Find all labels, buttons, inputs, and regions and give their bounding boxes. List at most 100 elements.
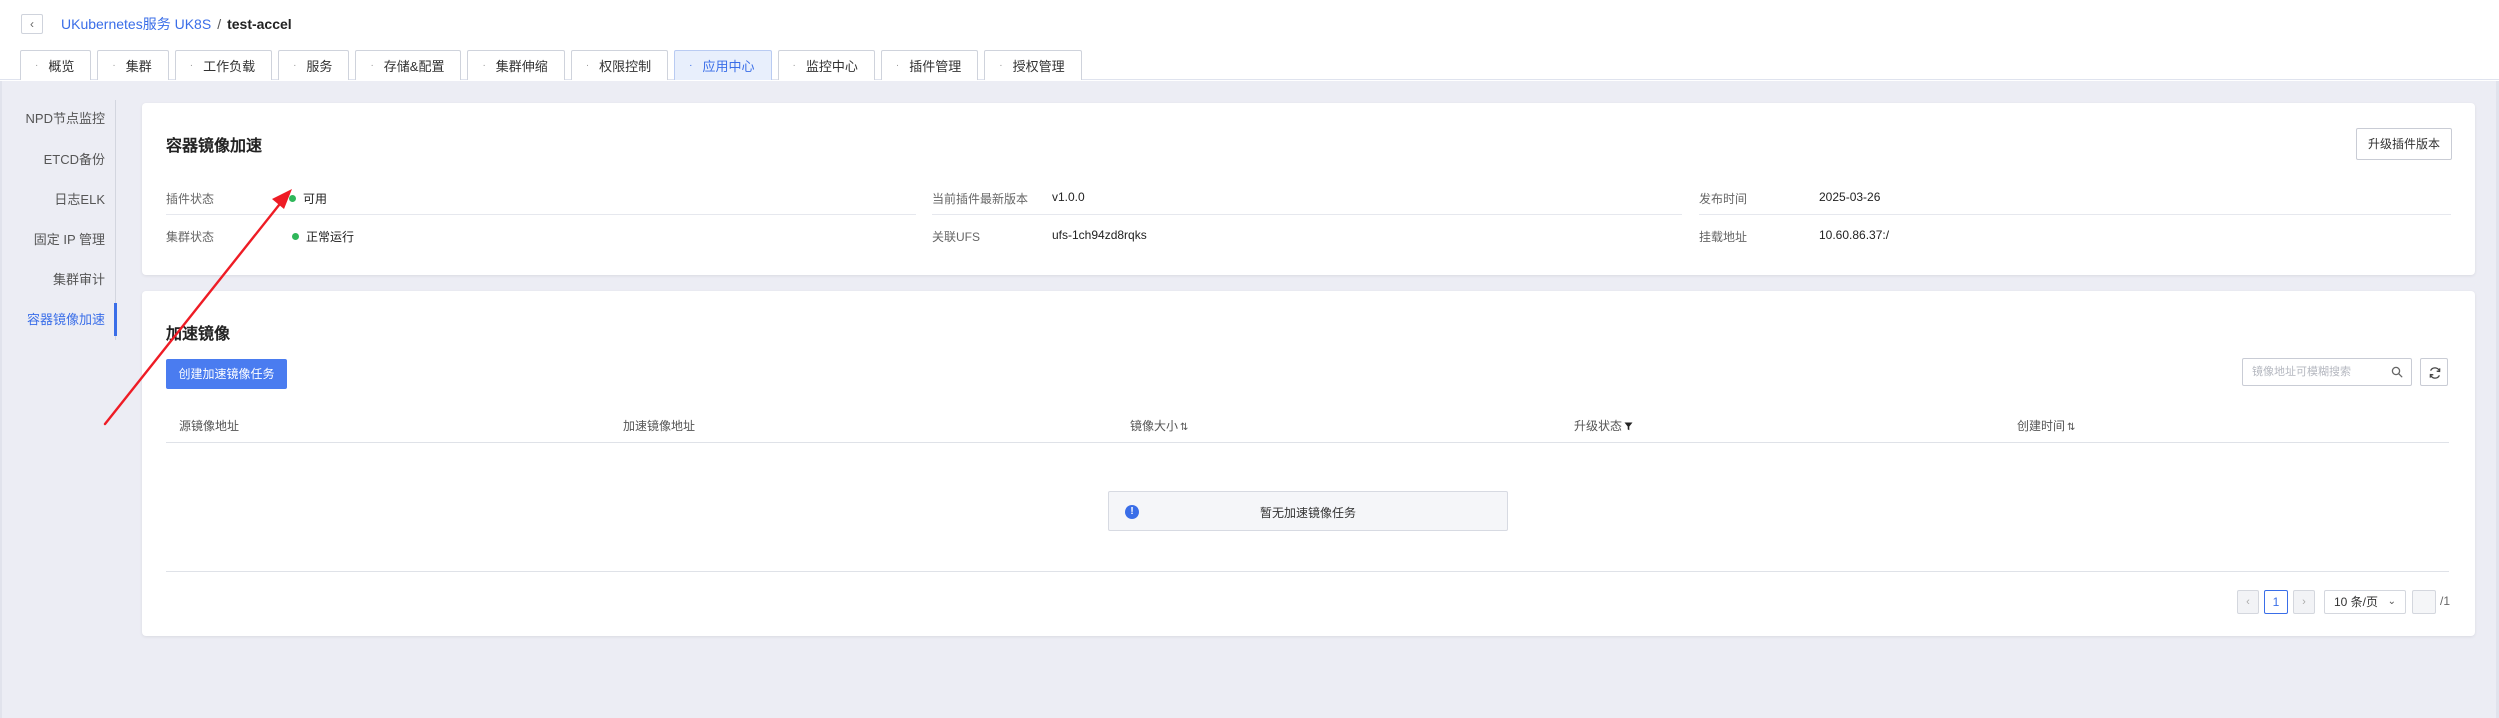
plugin-status-value: 可用 [289, 190, 327, 207]
next-page-button[interactable]: › [2293, 590, 2315, 614]
release-time-value: 2025-03-26 [1819, 190, 1881, 204]
table-bottom-divider [166, 571, 2449, 572]
page-size-value: 10 条/页 [2334, 595, 2379, 609]
status-dot-icon [292, 233, 299, 240]
column-created-time[interactable]: 创建时间 ⇅ [2017, 417, 2075, 434]
tab-dot-icon: · [189, 60, 194, 71]
info-column-version: 当前插件最新版本 v1.0.0 关联UFS ufs-1ch94zd8rqks [932, 183, 1682, 253]
page-number-current[interactable]: 1 [2264, 590, 2288, 614]
create-accel-task-button[interactable]: 创建加速镜像任务 [166, 359, 287, 389]
mount-address-value: 10.60.86.37:/ [1819, 228, 1890, 242]
prev-page-button[interactable]: ‹ [2237, 590, 2259, 614]
sidebar-item-etcd-backup[interactable]: ETCD备份 [44, 149, 105, 171]
sidebar-item-image-accel[interactable]: 容器镜像加速 [27, 309, 105, 331]
column-source-image: 源镜像地址 [179, 419, 240, 433]
tab-label: 概览 [48, 59, 75, 74]
tab-label: 存储&配置 [383, 59, 445, 74]
tab-label: 监控中心 [805, 59, 858, 74]
sidebar-item-cluster-audit[interactable]: 集群审计 [53, 269, 105, 291]
sort-icon[interactable]: ⇅ [2067, 422, 2075, 433]
cluster-status-label: 集群状态 [166, 230, 215, 244]
plugin-status-label: 插件状态 [166, 192, 215, 206]
plugin-status-text: 可用 [303, 192, 328, 206]
images-card-title: 加速镜像 [166, 326, 231, 343]
breadcrumb-service-link[interactable]: UKubernetes服务 UK8S [61, 16, 211, 32]
tab-label: 集群伸缩 [495, 59, 548, 74]
cluster-status-text: 正常运行 [306, 230, 355, 244]
linked-ufs-label: 关联UFS [932, 230, 981, 244]
tab-dot-icon: · [112, 60, 116, 71]
empty-state-text: 暂无加速镜像任务 [1259, 506, 1356, 520]
breadcrumb: UKubernetes服务 UK8S / test-accel [61, 15, 292, 33]
sidebar-item-log-elk[interactable]: 日志ELK [54, 189, 105, 211]
tab-dot-icon: · [999, 60, 1003, 71]
breadcrumb-cluster-name: test-accel [227, 16, 292, 32]
tab-authorization[interactable]: · 授权管理 [984, 50, 1082, 80]
tab-label: 授权管理 [1012, 59, 1065, 74]
tab-label: 工作负载 [203, 59, 256, 74]
tab-access-control[interactable]: · 权限控制 [570, 50, 669, 80]
tab-overview[interactable]: · 概览 [20, 50, 92, 80]
sidebar-item-npd[interactable]: NPD节点监控 [26, 108, 105, 130]
tab-app-center[interactable]: · 应用中心 [674, 50, 772, 80]
page-jump-input[interactable] [2412, 590, 2436, 614]
column-upgrade-status[interactable]: 升级状态 [1574, 417, 1633, 434]
tab-label: 应用中心 [702, 59, 755, 74]
sort-icon[interactable]: ⇅ [1180, 422, 1188, 433]
tab-cluster-scaling[interactable]: · 集群伸缩 [467, 50, 565, 80]
empty-state-notice: ! 暂无加速镜像任务 [1108, 491, 1508, 531]
tab-plugins[interactable]: · 插件管理 [880, 50, 979, 80]
tab-dot-icon: · [293, 60, 297, 71]
tab-label: 服务 [306, 59, 333, 74]
accelerated-images-card: 加速镜像 创建加速镜像任务 源镜像地址 加速镜像地址 镜像大小⇅ 升级状态 创建… [142, 291, 2475, 636]
tab-dot-icon: · [35, 60, 39, 71]
plugin-info-card: 容器镜像加速 升级插件版本 插件状态 可用 集群状态 正常运行 当前插件最新版本… [142, 103, 2475, 275]
column-image-size[interactable]: 镜像大小 ⇅ [1130, 417, 1188, 434]
table-header: 源镜像地址 加速镜像地址 镜像大小 ⇅ 升级状态 创建时间 ⇅ [166, 403, 2449, 443]
tab-label: 插件管理 [909, 59, 962, 74]
info-row-release-time: 发布时间 2025-03-26 [1699, 183, 2451, 215]
column-upgrade-status-label: 升级状态 [1574, 419, 1623, 433]
image-search-input[interactable] [2243, 359, 2383, 385]
tab-services[interactable]: · 服务 [278, 50, 350, 80]
info-row-cluster-status: 集群状态 正常运行 [166, 221, 916, 253]
tab-dot-icon: · [585, 60, 590, 71]
refresh-button[interactable] [2420, 358, 2448, 386]
info-row-mount-address: 挂载地址 10.60.86.37:/ [1699, 221, 2451, 253]
search-icon[interactable] [2391, 366, 2403, 378]
breadcrumb-separator: / [217, 16, 222, 32]
chevron-down-icon: ⌄ [2387, 596, 2396, 607]
filter-icon[interactable] [1624, 422, 1633, 431]
page-size-select[interactable]: 10 条/页 ⌄ [2324, 590, 2406, 614]
mount-address-label: 挂载地址 [1699, 230, 1748, 244]
column-accel-image: 加速镜像地址 [623, 419, 696, 433]
tab-dot-icon: · [895, 60, 900, 71]
tab-dot-icon: · [792, 60, 796, 71]
tab-dot-icon: · [370, 60, 374, 71]
column-image-size-label: 镜像大小 [1130, 419, 1179, 433]
sidebar-item-fixed-ip[interactable]: 固定 IP 管理 [34, 229, 105, 251]
tab-storage-config[interactable]: · 存储&配置 [355, 50, 462, 80]
upgrade-plugin-button[interactable]: 升级插件版本 [2356, 128, 2452, 160]
tab-dot-icon: · [482, 60, 486, 71]
page-total: /1 [2440, 594, 2451, 608]
info-column-release: 发布时间 2025-03-26 挂载地址 10.60.86.37:/ [1699, 183, 2451, 253]
cluster-status-value: 正常运行 [292, 228, 354, 245]
tab-monitoring[interactable]: · 监控中心 [777, 50, 875, 80]
tab-dot-icon: · [689, 60, 693, 71]
image-search-box [2242, 358, 2412, 386]
tab-cluster[interactable]: · 集群 [97, 50, 169, 80]
sidebar-active-indicator [114, 303, 117, 336]
top-header: ‹ UKubernetes服务 UK8S / test-accel · 概览 · 集群 … [0, 0, 2499, 80]
tab-workloads[interactable]: · 工作负载 [174, 50, 273, 80]
linked-ufs-value: ufs-1ch94zd8rqks [1052, 228, 1147, 242]
plugin-card-title: 容器镜像加速 [166, 138, 263, 155]
info-row-latest-version: 当前插件最新版本 v1.0.0 [932, 183, 1682, 215]
info-row-plugin-status: 插件状态 可用 [166, 183, 916, 215]
tab-label: 权限控制 [599, 59, 652, 74]
release-time-label: 发布时间 [1699, 192, 1748, 206]
latest-version-value: v1.0.0 [1052, 190, 1085, 204]
back-button[interactable]: ‹ [21, 14, 43, 34]
chevron-left-icon: ‹ [30, 17, 34, 31]
latest-version-label: 当前插件最新版本 [932, 192, 1029, 206]
